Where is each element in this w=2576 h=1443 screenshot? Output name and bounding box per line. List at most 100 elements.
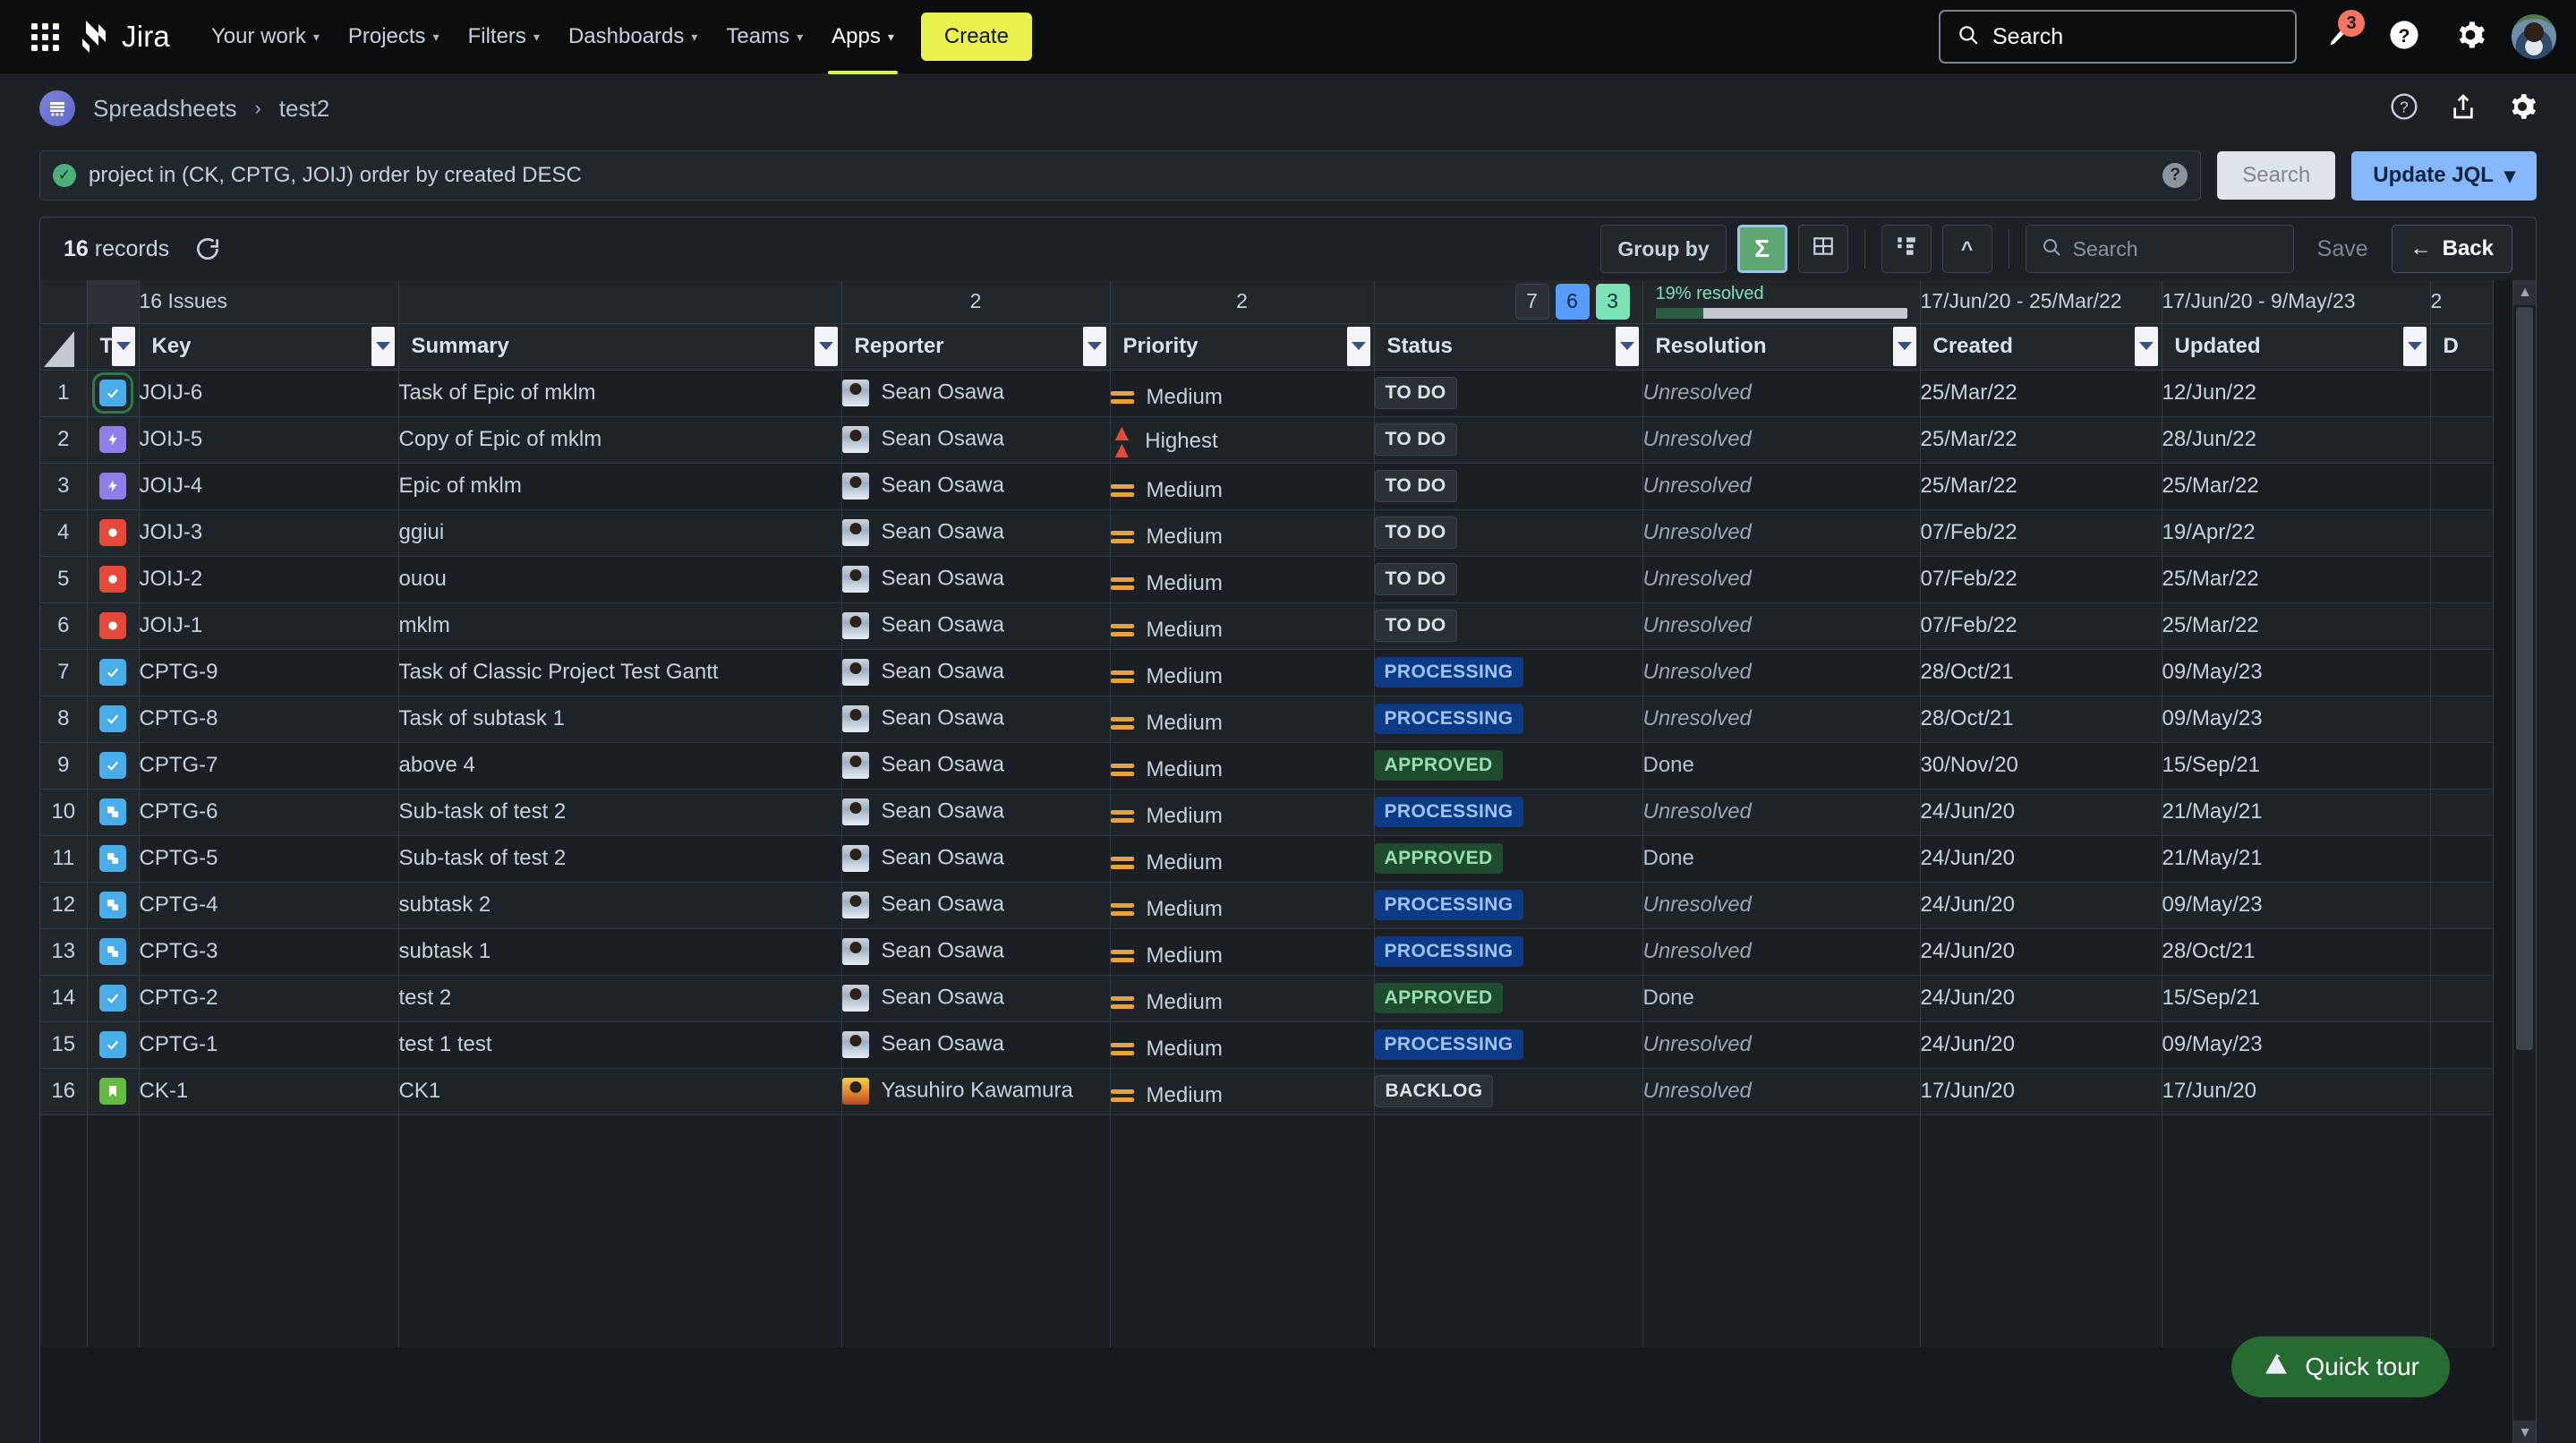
- empty-cell[interactable]: [1374, 1208, 1643, 1254]
- issue-summary-cell[interactable]: test 2: [398, 975, 842, 1022]
- issue-d-cell[interactable]: [2430, 975, 2494, 1022]
- issue-reporter-cell[interactable]: Sean Osawa: [841, 789, 1111, 836]
- filter-dropdown-reporter[interactable]: [1082, 326, 1106, 366]
- issue-resolution-cell[interactable]: Unresolved: [1642, 556, 1921, 603]
- issue-resolution-cell[interactable]: Unresolved: [1642, 1068, 1921, 1115]
- empty-cell[interactable]: [398, 1114, 842, 1161]
- issue-status-cell[interactable]: TO DO: [1374, 602, 1643, 650]
- issue-status-cell[interactable]: TO DO: [1374, 509, 1643, 557]
- issue-summary-cell[interactable]: Epic of mklm: [398, 463, 842, 510]
- empty-cell[interactable]: [1920, 1114, 2162, 1161]
- table-row[interactable]: 5 JOIJ-2 ouou Sean Osawa Medium TO DO Unresolv…: [40, 556, 2494, 603]
- issue-created-cell[interactable]: 24/Jun/20: [1920, 975, 2162, 1022]
- app-switcher-icon[interactable]: [20, 12, 70, 62]
- issue-status-cell[interactable]: APPROVED: [1374, 975, 1643, 1022]
- jira-logo[interactable]: Jira: [79, 19, 170, 55]
- issue-created-cell[interactable]: 25/Mar/22: [1920, 370, 2162, 417]
- issue-updated-cell[interactable]: 28/Oct/21: [2162, 928, 2431, 976]
- table-row[interactable]: 7 CPTG-9 Task of Classic Project Test Gant…: [40, 649, 2494, 696]
- filter-dropdown-summary[interactable]: [814, 326, 838, 366]
- issue-resolution-cell[interactable]: Unresolved: [1642, 463, 1921, 510]
- settings-button[interactable]: [2445, 12, 2495, 62]
- share-icon[interactable]: [2449, 92, 2478, 125]
- issue-priority-cell[interactable]: Medium: [1110, 1021, 1375, 1069]
- collapse-button[interactable]: ^: [1941, 225, 1992, 273]
- issue-resolution-cell[interactable]: Unresolved: [1642, 649, 1921, 696]
- issue-reporter-cell[interactable]: Sean Osawa: [841, 1021, 1111, 1069]
- issue-key-cell[interactable]: JOIJ-2: [139, 556, 399, 603]
- issue-reporter-cell[interactable]: Sean Osawa: [841, 370, 1111, 417]
- issue-updated-cell[interactable]: 17/Jun/20: [2162, 1068, 2431, 1115]
- issue-resolution-cell[interactable]: Unresolved: [1642, 509, 1921, 557]
- issue-summary-cell[interactable]: mklm: [398, 602, 842, 650]
- issue-status-cell[interactable]: BACKLOG: [1374, 1068, 1643, 1115]
- empty-cell[interactable]: [1374, 1301, 1643, 1347]
- issue-type-cell[interactable]: [87, 882, 140, 929]
- issue-type-cell[interactable]: [87, 509, 140, 557]
- issue-status-cell[interactable]: APPROVED: [1374, 742, 1643, 790]
- issue-key-cell[interactable]: JOIJ-1: [139, 602, 399, 650]
- issue-d-cell[interactable]: [2430, 463, 2494, 510]
- empty-cell[interactable]: [2430, 1301, 2494, 1347]
- empty-cell[interactable]: [1374, 1114, 1643, 1161]
- table-row[interactable]: 12 CPTG-4 subtask 2 Sean Osawa Medium PROCESS…: [40, 882, 2494, 929]
- issue-d-cell[interactable]: [2430, 835, 2494, 883]
- issue-created-cell[interactable]: 07/Feb/22: [1920, 556, 2162, 603]
- issue-created-cell[interactable]: 28/Oct/21: [1920, 649, 2162, 696]
- issue-reporter-cell[interactable]: Sean Osawa: [841, 835, 1111, 883]
- issue-priority-cell[interactable]: Medium: [1110, 789, 1375, 836]
- filter-dropdown-key[interactable]: [371, 326, 395, 366]
- issue-key-cell[interactable]: CPTG-3: [139, 928, 399, 976]
- empty-cell[interactable]: [2430, 1254, 2494, 1301]
- nav-item-filters[interactable]: Filters ▾: [454, 13, 554, 60]
- empty-cell[interactable]: [1920, 1301, 2162, 1347]
- issue-reporter-cell[interactable]: Sean Osawa: [841, 416, 1111, 464]
- empty-cell[interactable]: [2430, 1114, 2494, 1161]
- issue-summary-cell[interactable]: subtask 1: [398, 928, 842, 976]
- issue-summary-cell[interactable]: Copy of Epic of mklm: [398, 416, 842, 464]
- issue-resolution-cell[interactable]: Unresolved: [1642, 1021, 1921, 1069]
- issue-type-cell[interactable]: [87, 370, 140, 417]
- empty-row[interactable]: [40, 1254, 2494, 1301]
- issue-summary-cell[interactable]: subtask 2: [398, 882, 842, 929]
- issue-d-cell[interactable]: [2430, 928, 2494, 976]
- issue-summary-cell[interactable]: Sub-task of test 2: [398, 789, 842, 836]
- table-row[interactable]: 3 JOIJ-4 Epic of mklm Sean Osawa Medium TO DO…: [40, 463, 2494, 510]
- issue-priority-cell[interactable]: Medium: [1110, 928, 1375, 976]
- issue-resolution-cell[interactable]: Done: [1642, 742, 1921, 790]
- issue-updated-cell[interactable]: 12/Jun/22: [2162, 370, 2431, 417]
- grid-layout-button[interactable]: [1797, 225, 1848, 273]
- issue-key-cell[interactable]: CPTG-4: [139, 882, 399, 929]
- issue-key-cell[interactable]: CPTG-2: [139, 975, 399, 1022]
- issue-d-cell[interactable]: [2430, 556, 2494, 603]
- global-search-input[interactable]: Search: [1939, 10, 2297, 64]
- vertical-scrollbar[interactable]: ▲ ▼: [2512, 280, 2536, 1443]
- issue-key-cell[interactable]: CPTG-7: [139, 742, 399, 790]
- issue-d-cell[interactable]: [2430, 1021, 2494, 1069]
- group-by-button[interactable]: Group by: [1600, 225, 1727, 273]
- filter-dropdown-priority[interactable]: [1346, 326, 1370, 366]
- issue-priority-cell[interactable]: ▲ ▲ Highest: [1110, 416, 1375, 464]
- issue-resolution-cell[interactable]: Done: [1642, 975, 1921, 1022]
- issue-status-cell[interactable]: PROCESSING: [1374, 928, 1643, 976]
- issue-resolution-cell[interactable]: Unresolved: [1642, 882, 1921, 929]
- issue-summary-cell[interactable]: CK1: [398, 1068, 842, 1115]
- empty-cell[interactable]: [841, 1161, 1111, 1208]
- issue-reporter-cell[interactable]: Sean Osawa: [841, 696, 1111, 743]
- breadcrumb-current-sheet[interactable]: test2: [279, 95, 329, 123]
- save-button[interactable]: Save: [2305, 236, 2381, 262]
- issue-reporter-cell[interactable]: Sean Osawa: [841, 882, 1111, 929]
- issue-summary-cell[interactable]: ggiui: [398, 509, 842, 557]
- issue-updated-cell[interactable]: 19/Apr/22: [2162, 509, 2431, 557]
- jql-search-button[interactable]: Search: [2217, 151, 2336, 200]
- issue-d-cell[interactable]: [2430, 1068, 2494, 1115]
- issue-priority-cell[interactable]: Medium: [1110, 696, 1375, 743]
- hierarchy-button[interactable]: [1881, 225, 1932, 273]
- empty-row[interactable]: [40, 1301, 2494, 1347]
- empty-cell[interactable]: [2162, 1254, 2431, 1301]
- issue-reporter-cell[interactable]: Sean Osawa: [841, 649, 1111, 696]
- empty-cell[interactable]: [841, 1254, 1111, 1301]
- empty-cell[interactable]: [398, 1161, 842, 1208]
- issue-summary-cell[interactable]: Sub-task of test 2: [398, 835, 842, 883]
- empty-cell[interactable]: [139, 1161, 399, 1208]
